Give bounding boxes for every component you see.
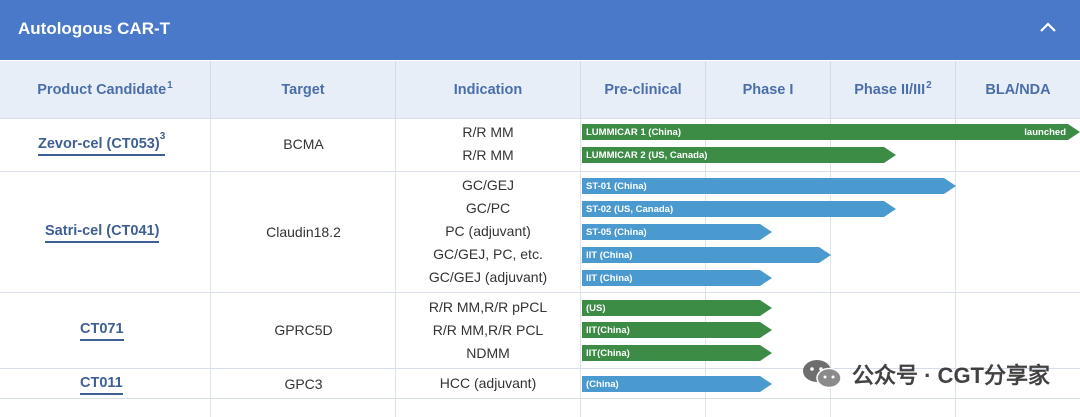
- indication-cell: GC/GEJ (adjuvant): [428, 269, 548, 285]
- col-header-indication: Indication: [396, 61, 581, 118]
- section-header[interactable]: Autologous CAR-T: [0, 0, 1080, 60]
- indication-cell: R/R MM: [462, 147, 514, 163]
- trial-bar: IIT(China): [582, 345, 772, 361]
- trial-bar: ST-01 (China): [582, 178, 956, 194]
- target-cell: GPRC5D: [274, 322, 333, 338]
- watermark-text: 公众号 · CGT分享家: [852, 363, 1050, 388]
- trial-bar: ST-05 (China): [582, 224, 772, 240]
- product-link-ct071[interactable]: CT071: [80, 321, 124, 341]
- col-header-bla: BLA/NDA: [956, 61, 1080, 118]
- trial-bar: (China): [582, 376, 772, 392]
- product-link-zevor-cel[interactable]: Zevor-cel (CT053)3: [38, 131, 166, 156]
- target-cell: BCMA: [283, 136, 324, 152]
- trial-bar: IIT(China): [582, 322, 772, 338]
- indication-cell: GC/GEJ: [461, 177, 515, 193]
- divider: [0, 398, 1080, 399]
- indication-cell: R/R MM,R/R PCL: [432, 322, 544, 338]
- wechat-icon: [803, 360, 842, 389]
- indication-cell: PC (adjuvant): [445, 223, 531, 239]
- col-header-phase23: Phase II/III 2: [831, 61, 956, 118]
- indication-cell: HCC (adjuvant): [439, 375, 537, 391]
- indication-cell: GC/PC: [465, 200, 511, 216]
- trial-bar: LUMMICAR 1 (China) launched: [582, 124, 1080, 140]
- trial-bar: (US): [582, 300, 772, 316]
- col-header-target: Target: [211, 61, 396, 118]
- chevron-up-icon[interactable]: [1036, 16, 1060, 40]
- divider: [580, 118, 581, 417]
- section-title: Autologous CAR-T: [18, 19, 171, 38]
- watermark: 公众号 · CGT分享家: [800, 356, 1050, 392]
- trial-bar: ST-02 (US, Canada): [582, 201, 896, 217]
- product-link-satri-cel[interactable]: Satri-cel (CT041): [45, 223, 160, 243]
- divider: [0, 292, 1080, 293]
- trial-bar: LUMMICAR 2 (US, Canada): [582, 147, 896, 163]
- product-link-ct011[interactable]: CT011: [80, 375, 123, 395]
- indication-cell: R/R MM: [462, 124, 514, 140]
- col-header-phase1: Phase I: [706, 61, 831, 118]
- divider: [0, 118, 1080, 119]
- target-cell: GPC3: [284, 376, 323, 392]
- indication-cell: NDMM: [466, 345, 510, 361]
- col-header-product: Product Candidate 1: [0, 61, 211, 118]
- col-header-preclinical: Pre-clinical: [581, 61, 706, 118]
- indication-cell: R/R MM,R/R pPCL: [428, 299, 548, 315]
- target-cell: Claudin18.2: [266, 224, 341, 240]
- status-badge: launched: [1024, 126, 1066, 138]
- trial-bar: IIT (China): [582, 247, 831, 263]
- indication-cell: GC/GEJ, PC, etc.: [433, 246, 543, 262]
- trial-bar: IIT (China): [582, 270, 772, 286]
- divider: [0, 171, 1080, 172]
- divider: [210, 118, 211, 417]
